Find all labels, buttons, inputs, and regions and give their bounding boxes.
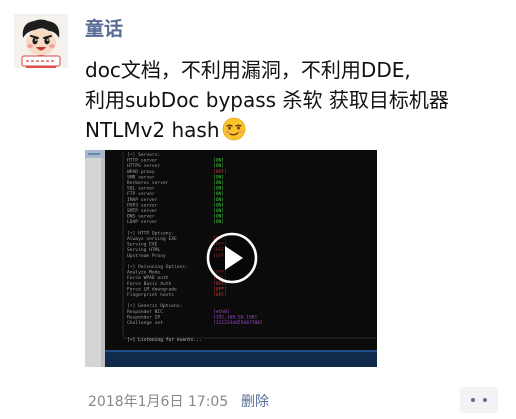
terminal-status-value: [ON] [213, 191, 224, 197]
smirk-face-emoji-icon [222, 117, 245, 141]
terminal-line: [+] Poisoning Options: [127, 264, 188, 270]
post-text-line: NTLMv2 hash [85, 115, 505, 145]
terminal-line: [+] Listening for events... [127, 337, 202, 343]
terminal-line: SQL server [127, 186, 155, 192]
post-text-line: doc文档，不利用漏洞，不利用DDE, [85, 58, 411, 82]
terminal-status-value: [ON] [213, 197, 224, 203]
post-timestamp: 2018年1月6日 17:05 [88, 394, 229, 410]
terminal-line: Responder IP [127, 314, 160, 320]
terminal-status-value: [192.168.50.198] [213, 314, 257, 320]
terminal-line: POP3 server [127, 202, 158, 208]
terminal-status-value: [OFF] [213, 169, 227, 175]
terminal-line: Serving EXE [127, 242, 158, 248]
avatar[interactable] [14, 14, 68, 68]
terminal-line: LDAP server [127, 219, 158, 225]
video-screen: [+] Servers: HTTP server [ON] HTTPS serve… [85, 150, 377, 367]
post-text-fragment: NTLMv2 hash [85, 118, 220, 142]
terminal-status-value: [ON] [213, 202, 224, 208]
terminal-status-value: [ON] [213, 163, 224, 169]
post-text: doc文档，不利用漏洞，不利用DDE, 利用subDoc bypass 杀软 获… [85, 55, 505, 145]
terminal-status-value: [ON] [213, 208, 224, 214]
terminal-line: Serving HTML [127, 247, 160, 253]
terminal-status-value: [eth0] [213, 309, 230, 315]
post-text-line: 利用subDoc bypass 杀软 获取目标机器 [85, 88, 449, 112]
terminal-line: IMAP server [127, 197, 158, 203]
comment-more-icon [471, 398, 475, 402]
terminal-line: HTTP server [127, 158, 158, 164]
terminal-line: Fingerprint hosts [127, 292, 174, 298]
play-button[interactable] [206, 232, 258, 284]
comment-more-button[interactable] [460, 387, 498, 413]
terminal-status-value: [ON] [213, 214, 224, 220]
terminal-status-value: [OFF] [213, 292, 227, 298]
cartoon-avatar-icon [14, 14, 68, 68]
terminal-line: Analyze Mode [127, 270, 160, 276]
terminal-status-value: [1122334455667788] [213, 320, 263, 326]
terminal-line: [+] Servers: [127, 152, 160, 158]
terminal-line: DNS server [127, 214, 155, 220]
terminal-status-value: [ON] [213, 174, 224, 180]
terminal-line: Force LM downgrade [127, 286, 177, 292]
terminal-line: Force Basic Auth [127, 281, 171, 287]
terminal-status-value: [ON] [213, 219, 224, 225]
video-thumbnail[interactable]: [+] Servers: HTTP server [ON] HTTPS serve… [85, 150, 377, 367]
terminal-line: SMTP server [127, 208, 158, 214]
terminal-line: Upstream Proxy [127, 253, 166, 259]
terminal-status-value: [OFF] [213, 286, 227, 292]
terminal-status-value: [ON] [213, 186, 224, 192]
terminal-line: Force WPAD auth [127, 275, 169, 281]
terminal-line: Always serving EXE [127, 236, 177, 242]
terminal-status-value: [ON] [213, 180, 224, 186]
terminal-line: Kerberos server [127, 180, 169, 186]
terminal-status-value: [ON] [213, 158, 224, 164]
terminal-line: [+] HTTP Options: [127, 230, 174, 236]
terminal-line: Responder NIC [127, 309, 163, 315]
terminal-line: Challenge set [127, 320, 163, 326]
author-name[interactable]: 童话 [85, 17, 123, 41]
terminal-line: HTTPS server [127, 163, 160, 169]
delete-link[interactable]: 删除 [241, 393, 269, 411]
terminal-line: FTP server [127, 191, 155, 197]
terminal-line: SMB server [127, 174, 155, 180]
terminal-line: WPAD proxy [127, 169, 155, 175]
comment-more-icon [483, 398, 487, 402]
terminal-line: [+] Generic Options: [127, 303, 182, 309]
